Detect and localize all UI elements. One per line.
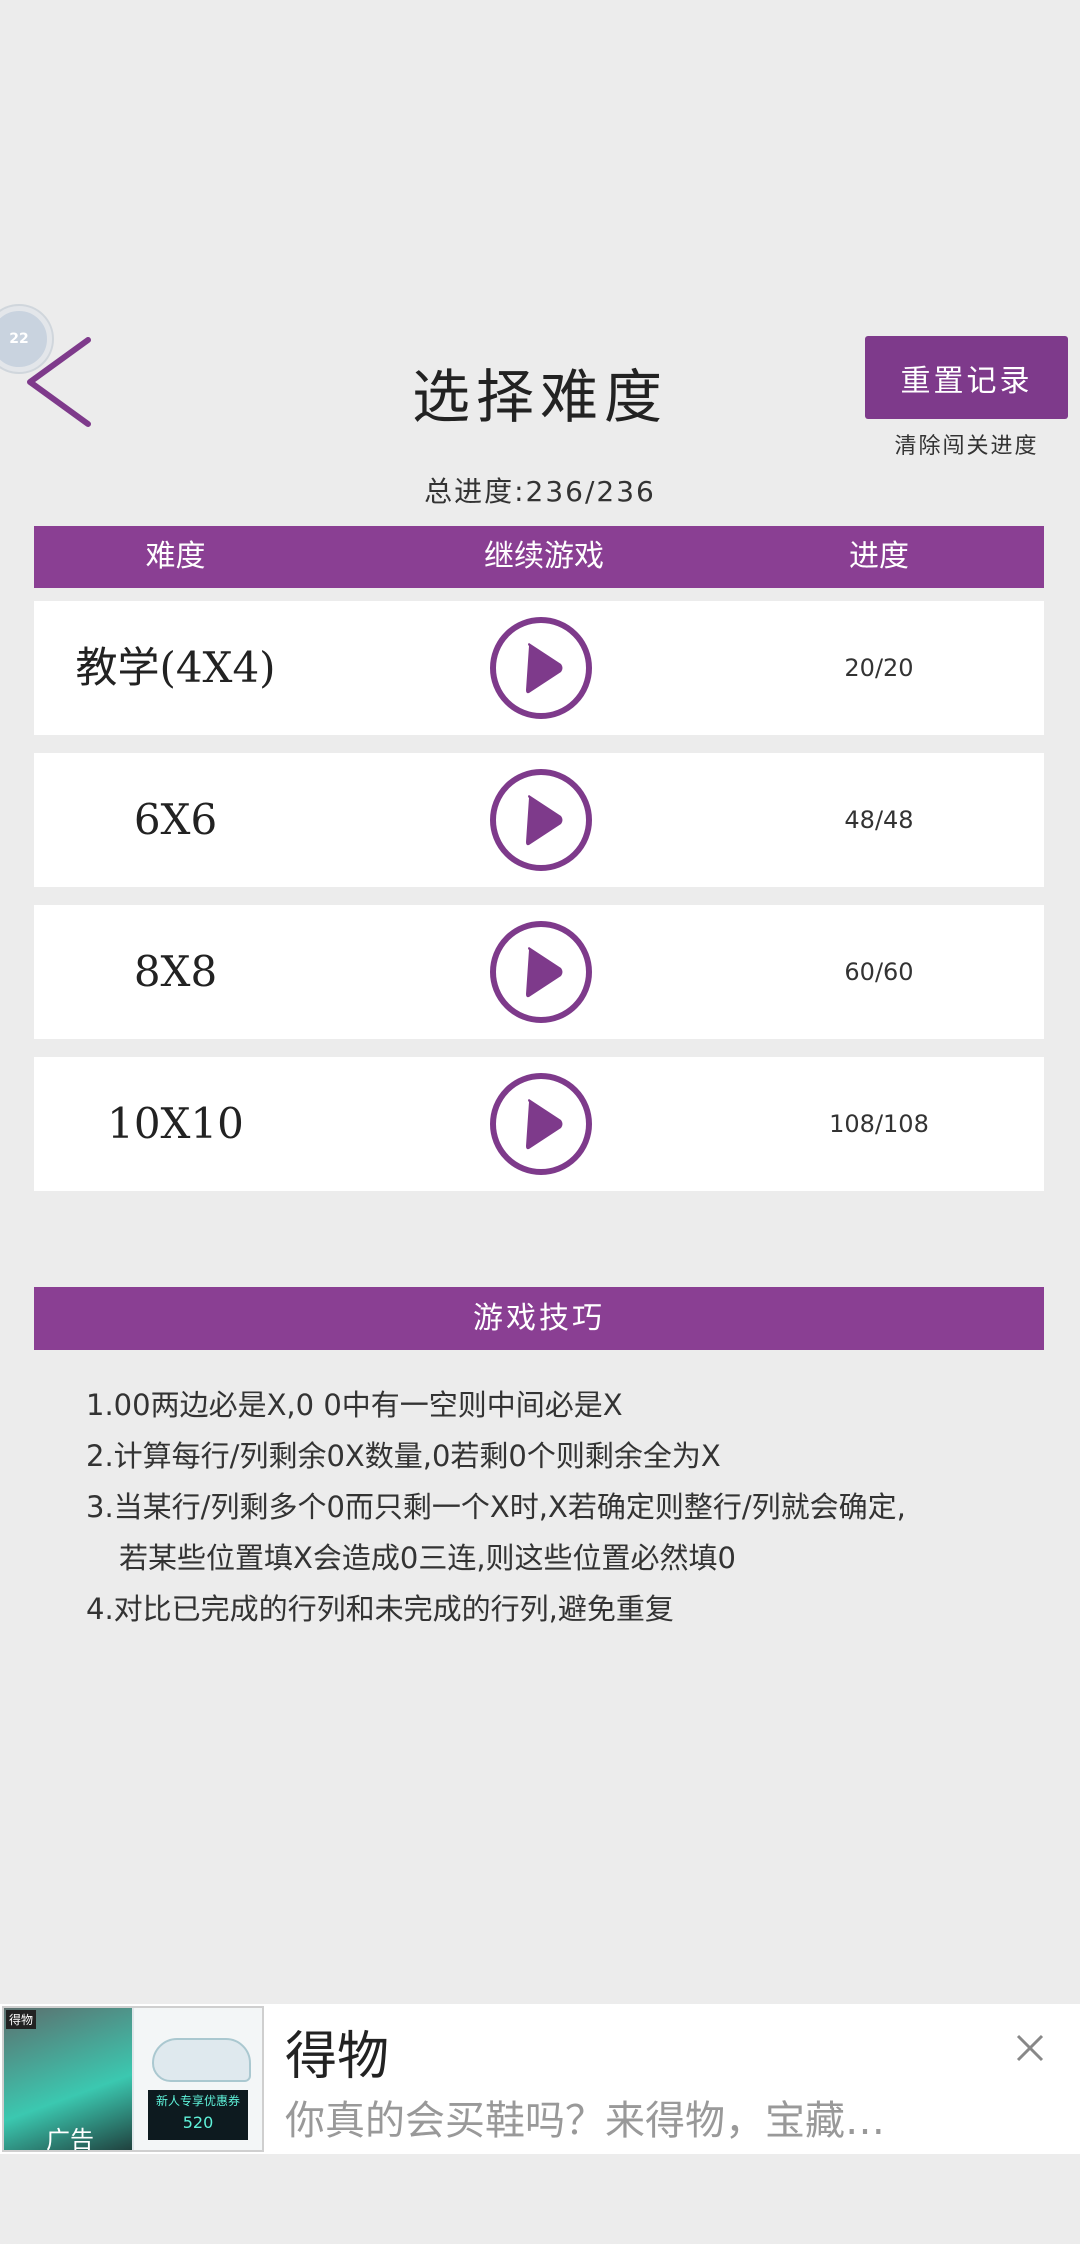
difficulty-table-header: 难度 继续游戏 进度 <box>34 526 1044 588</box>
play-circle-icon[interactable] <box>489 920 593 1024</box>
ad-brand-tag: 得物 <box>6 2010 37 2029</box>
tip-line: 3.当某行/列剩多个0而只剩一个X时,X若确定则整行/列就会确定, <box>86 1490 906 1524</box>
tip-line: 4.对比已完成的行列和未完成的行列,避免重复 <box>86 1592 674 1626</box>
ad-coupon-price: 520 <box>182 2113 214 2132</box>
tips-header: 游戏技巧 <box>34 1287 1044 1350</box>
tip-line: 1.00两边必是X,0 0中有一空则中间必是X <box>86 1388 623 1422</box>
difficulty-name: 教学(4X4) <box>75 643 276 692</box>
difficulty-row-8x8[interactable]: 8X8 60/60 <box>34 905 1044 1039</box>
ad-image[interactable]: 新人专享优惠券 520 得物 广告 <box>2 2006 264 2152</box>
difficulty-progress: 60/60 <box>844 958 914 986</box>
ad-title[interactable]: 得物 <box>285 2014 389 2089</box>
difficulty-progress: 108/108 <box>829 1110 929 1138</box>
total-progress: 总进度:236/236 <box>424 475 656 508</box>
play-circle-icon[interactable] <box>489 1072 593 1176</box>
tips-list: 1.00两边必是X,0 0中有一空则中间必是X 2.计算每行/列剩余0X数量,0… <box>86 1380 1046 1635</box>
reset-record-button[interactable]: 重置记录 <box>865 336 1068 419</box>
reset-record-subtitle: 清除闯关进度 <box>894 434 1039 459</box>
ad-coupon-caption: 新人专享优惠券 <box>155 2094 240 2108</box>
column-header-continue: 继续游戏 <box>484 539 604 574</box>
ad-promo-photo: 新人专享优惠券 520 <box>134 2008 262 2150</box>
difficulty-row-6x6[interactable]: 6X6 48/48 <box>34 753 1044 887</box>
ad-banner[interactable]: 新人专享优惠券 520 得物 广告 得物 你真的会买鞋吗？来得物，宝藏… <box>0 2004 1080 2154</box>
ad-shoe-shape <box>152 2038 251 2082</box>
ad-coupon: 新人专享优惠券 520 <box>148 2090 248 2140</box>
difficulty-name: 6X6 <box>133 795 218 844</box>
play-circle-icon[interactable] <box>489 616 593 720</box>
tip-line: 若某些位置填X会造成0三连,则这些位置必然填0 <box>119 1541 736 1575</box>
ad-label: 广告 <box>46 2126 94 2152</box>
difficulty-name: 8X8 <box>133 947 218 996</box>
column-header-difficulty: 难度 <box>145 539 206 574</box>
play-circle-icon[interactable] <box>489 768 593 872</box>
difficulty-row-10x10[interactable]: 10X10 108/108 <box>34 1057 1044 1191</box>
ad-description[interactable]: 你真的会买鞋吗？来得物，宝藏… <box>285 2088 885 2146</box>
difficulty-name: 10X10 <box>107 1099 244 1148</box>
tip-line: 2.计算每行/列剩余0X数量,0若剩0个则剩余全为X <box>86 1439 721 1473</box>
difficulty-progress: 48/48 <box>844 806 914 834</box>
close-icon[interactable] <box>1012 2030 1048 2066</box>
column-header-progress: 进度 <box>849 539 909 574</box>
difficulty-progress: 20/20 <box>844 654 914 682</box>
difficulty-row-4x4[interactable]: 教学(4X4) 20/20 <box>34 601 1044 735</box>
